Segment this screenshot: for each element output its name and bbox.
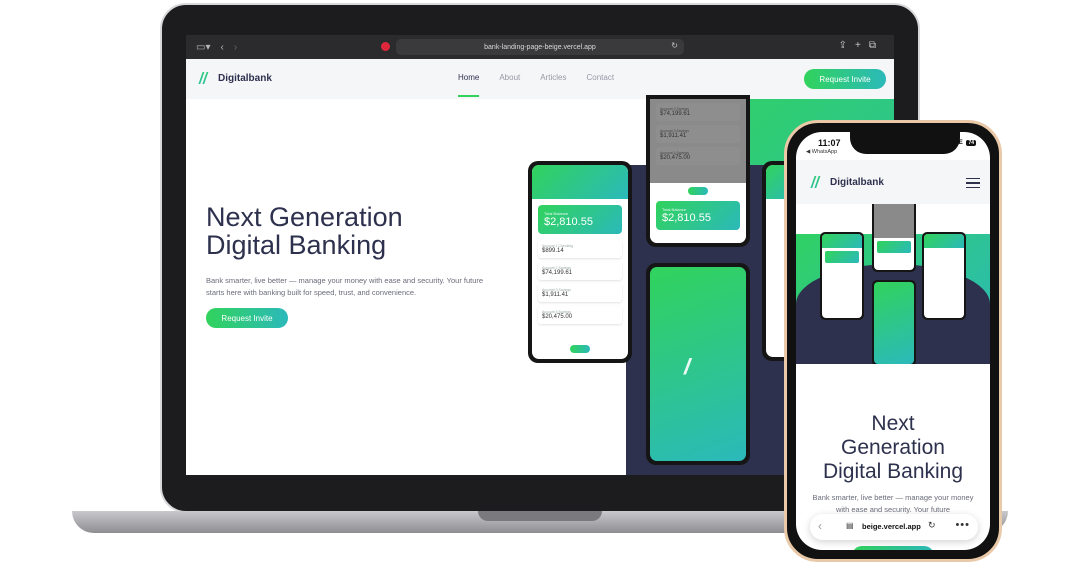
phone-mockup-left: Total Balance $2,810.55 Account 1 Checki… bbox=[528, 161, 632, 363]
more-icon[interactable]: ••• bbox=[955, 519, 970, 531]
mockup-splash: // bbox=[650, 267, 746, 461]
hero-title-line2: Generation bbox=[841, 436, 945, 459]
back-icon[interactable]: ‹ bbox=[220, 42, 223, 53]
account-row: Account 2 Savings $74,199.61 bbox=[538, 262, 622, 280]
mockup-fab bbox=[688, 187, 708, 195]
balance-card: Total Balance $2,810.55 bbox=[538, 205, 622, 234]
account-value: $899.14 bbox=[542, 248, 564, 254]
account-value: $1,911.41 bbox=[660, 133, 687, 139]
phone-mockup-top: Account 2 Savings $74,199.61 Account 3 Sa… bbox=[646, 95, 750, 247]
mobile-hero-description: Bank smarter, live better — manage your … bbox=[812, 493, 974, 514]
network-label: LTE bbox=[951, 140, 963, 146]
balance-card: Total Balance $2,810.55 bbox=[656, 201, 740, 230]
nav-about[interactable]: About bbox=[499, 73, 520, 82]
account-value: $20,475.00 bbox=[542, 314, 573, 320]
forward-icon[interactable]: › bbox=[234, 42, 237, 53]
logo-icon: // bbox=[684, 354, 690, 380]
reload-icon[interactable]: ↻ bbox=[671, 41, 678, 50]
account-row: Account 1 Checking $899.14 bbox=[538, 240, 622, 258]
hero-title-line3: Digital Banking bbox=[822, 460, 964, 483]
address-text: bank-landing-page-beige.vercel.app bbox=[484, 43, 596, 51]
hero-title-line1: Next Generation bbox=[206, 202, 403, 232]
account-value: $74,199.61 bbox=[660, 111, 691, 117]
mini-mockup-left bbox=[820, 232, 864, 320]
site-logo[interactable]: Digitalbank bbox=[196, 72, 272, 84]
balance-label: Total Balance bbox=[544, 211, 569, 216]
balance-value: $2,810.55 bbox=[662, 212, 711, 224]
logo-text: Digitalbank bbox=[218, 72, 272, 84]
nav-contact[interactable]: Contact bbox=[586, 73, 614, 82]
phone-screen: 11:07 ◀ WhatsApp LTE 74 Digitalbank Next… bbox=[796, 132, 990, 550]
mobile-request-invite-button[interactable] bbox=[852, 546, 934, 550]
balance-label: Total Balance bbox=[662, 207, 687, 212]
logo-text: Digitalbank bbox=[830, 176, 884, 188]
account-row: Account 4 Savings $20,475.00 bbox=[656, 147, 740, 165]
mini-mockup-right bbox=[922, 232, 966, 320]
status-indicators: LTE 74 bbox=[952, 140, 976, 146]
request-invite-button[interactable]: Request Invite bbox=[804, 69, 886, 89]
account-value: $74,199.61 bbox=[542, 270, 573, 276]
back-icon[interactable]: ‹ bbox=[818, 519, 822, 533]
dynamic-island bbox=[850, 132, 960, 154]
site-header: Digitalbank Home About Articles Contact … bbox=[186, 59, 894, 99]
phone-frame: 11:07 ◀ WhatsApp LTE 74 Digitalbank Next… bbox=[784, 120, 1002, 562]
logo-icon bbox=[808, 176, 824, 188]
phone-mockup-bottom: // bbox=[646, 263, 750, 465]
logo-icon bbox=[196, 72, 212, 84]
nav-home[interactable]: Home bbox=[458, 73, 480, 97]
nav-articles[interactable]: Articles bbox=[540, 73, 566, 82]
browser-toolbar: ▭▾ ‹ › bank-landing-page-beige.vercel.ap… bbox=[186, 35, 894, 59]
reload-icon[interactable]: ↻ bbox=[928, 520, 936, 531]
status-time: 11:07 bbox=[818, 138, 841, 148]
mobile-hero-illustration bbox=[796, 204, 990, 364]
account-row: Account 4 Savings $20,475.00 bbox=[538, 306, 622, 324]
share-icon[interactable]: ⇪ bbox=[839, 40, 855, 51]
laptop-notch bbox=[478, 511, 602, 521]
hero-title-line2: Digital Banking bbox=[206, 230, 387, 260]
hamburger-menu-icon[interactable] bbox=[966, 178, 980, 191]
mini-mockup-top bbox=[872, 204, 916, 272]
back-to-app-link[interactable]: ◀ WhatsApp bbox=[806, 149, 837, 155]
account-row: Account 3 Savings $1,911.41 bbox=[656, 125, 740, 143]
reader-icon[interactable]: ▤ bbox=[846, 521, 854, 530]
mockup-header bbox=[532, 165, 628, 199]
main-nav: Home About Articles Contact bbox=[458, 73, 614, 97]
tabs-icon[interactable]: ⧉ bbox=[869, 40, 884, 51]
hero-request-invite-button[interactable]: Request Invite bbox=[206, 308, 288, 328]
pinterest-icon[interactable] bbox=[381, 42, 390, 51]
address-text: beige.vercel.app bbox=[862, 522, 921, 531]
plus-icon[interactable]: + bbox=[855, 40, 869, 51]
browser-actions: ⇪+⧉ bbox=[839, 40, 884, 51]
site-logo[interactable]: Digitalbank bbox=[808, 176, 884, 188]
device-mockup-scene: ▭▾ ‹ › bank-landing-page-beige.vercel.ap… bbox=[0, 0, 1080, 565]
hero-title-line1: Next bbox=[871, 412, 915, 435]
account-row: Account 3 Savings $1,911.41 bbox=[538, 284, 622, 302]
address-bar[interactable]: bank-landing-page-beige.vercel.app ↻ bbox=[396, 39, 684, 55]
hero-description: Bank smarter, live better — manage your … bbox=[206, 276, 484, 297]
mobile-address-bar[interactable]: ‹ ▤ beige.vercel.app ↻ ••• bbox=[810, 514, 978, 540]
account-row: Account 2 Savings $74,199.61 bbox=[656, 103, 740, 121]
mobile-site-header: Digitalbank bbox=[796, 160, 990, 204]
mini-mockup-bottom bbox=[872, 280, 916, 364]
mobile-hero-title: Next Generation Digital Banking bbox=[796, 412, 990, 484]
balance-value: $2,810.55 bbox=[544, 216, 593, 228]
mockup-fab bbox=[570, 345, 590, 353]
hero-title: Next Generation Digital Banking bbox=[206, 203, 486, 259]
sidebar-icon[interactable]: ▭▾ bbox=[196, 42, 210, 53]
battery-icon: 74 bbox=[966, 140, 976, 146]
account-value: $20,475.00 bbox=[660, 155, 691, 161]
account-value: $1,911.41 bbox=[542, 292, 569, 298]
